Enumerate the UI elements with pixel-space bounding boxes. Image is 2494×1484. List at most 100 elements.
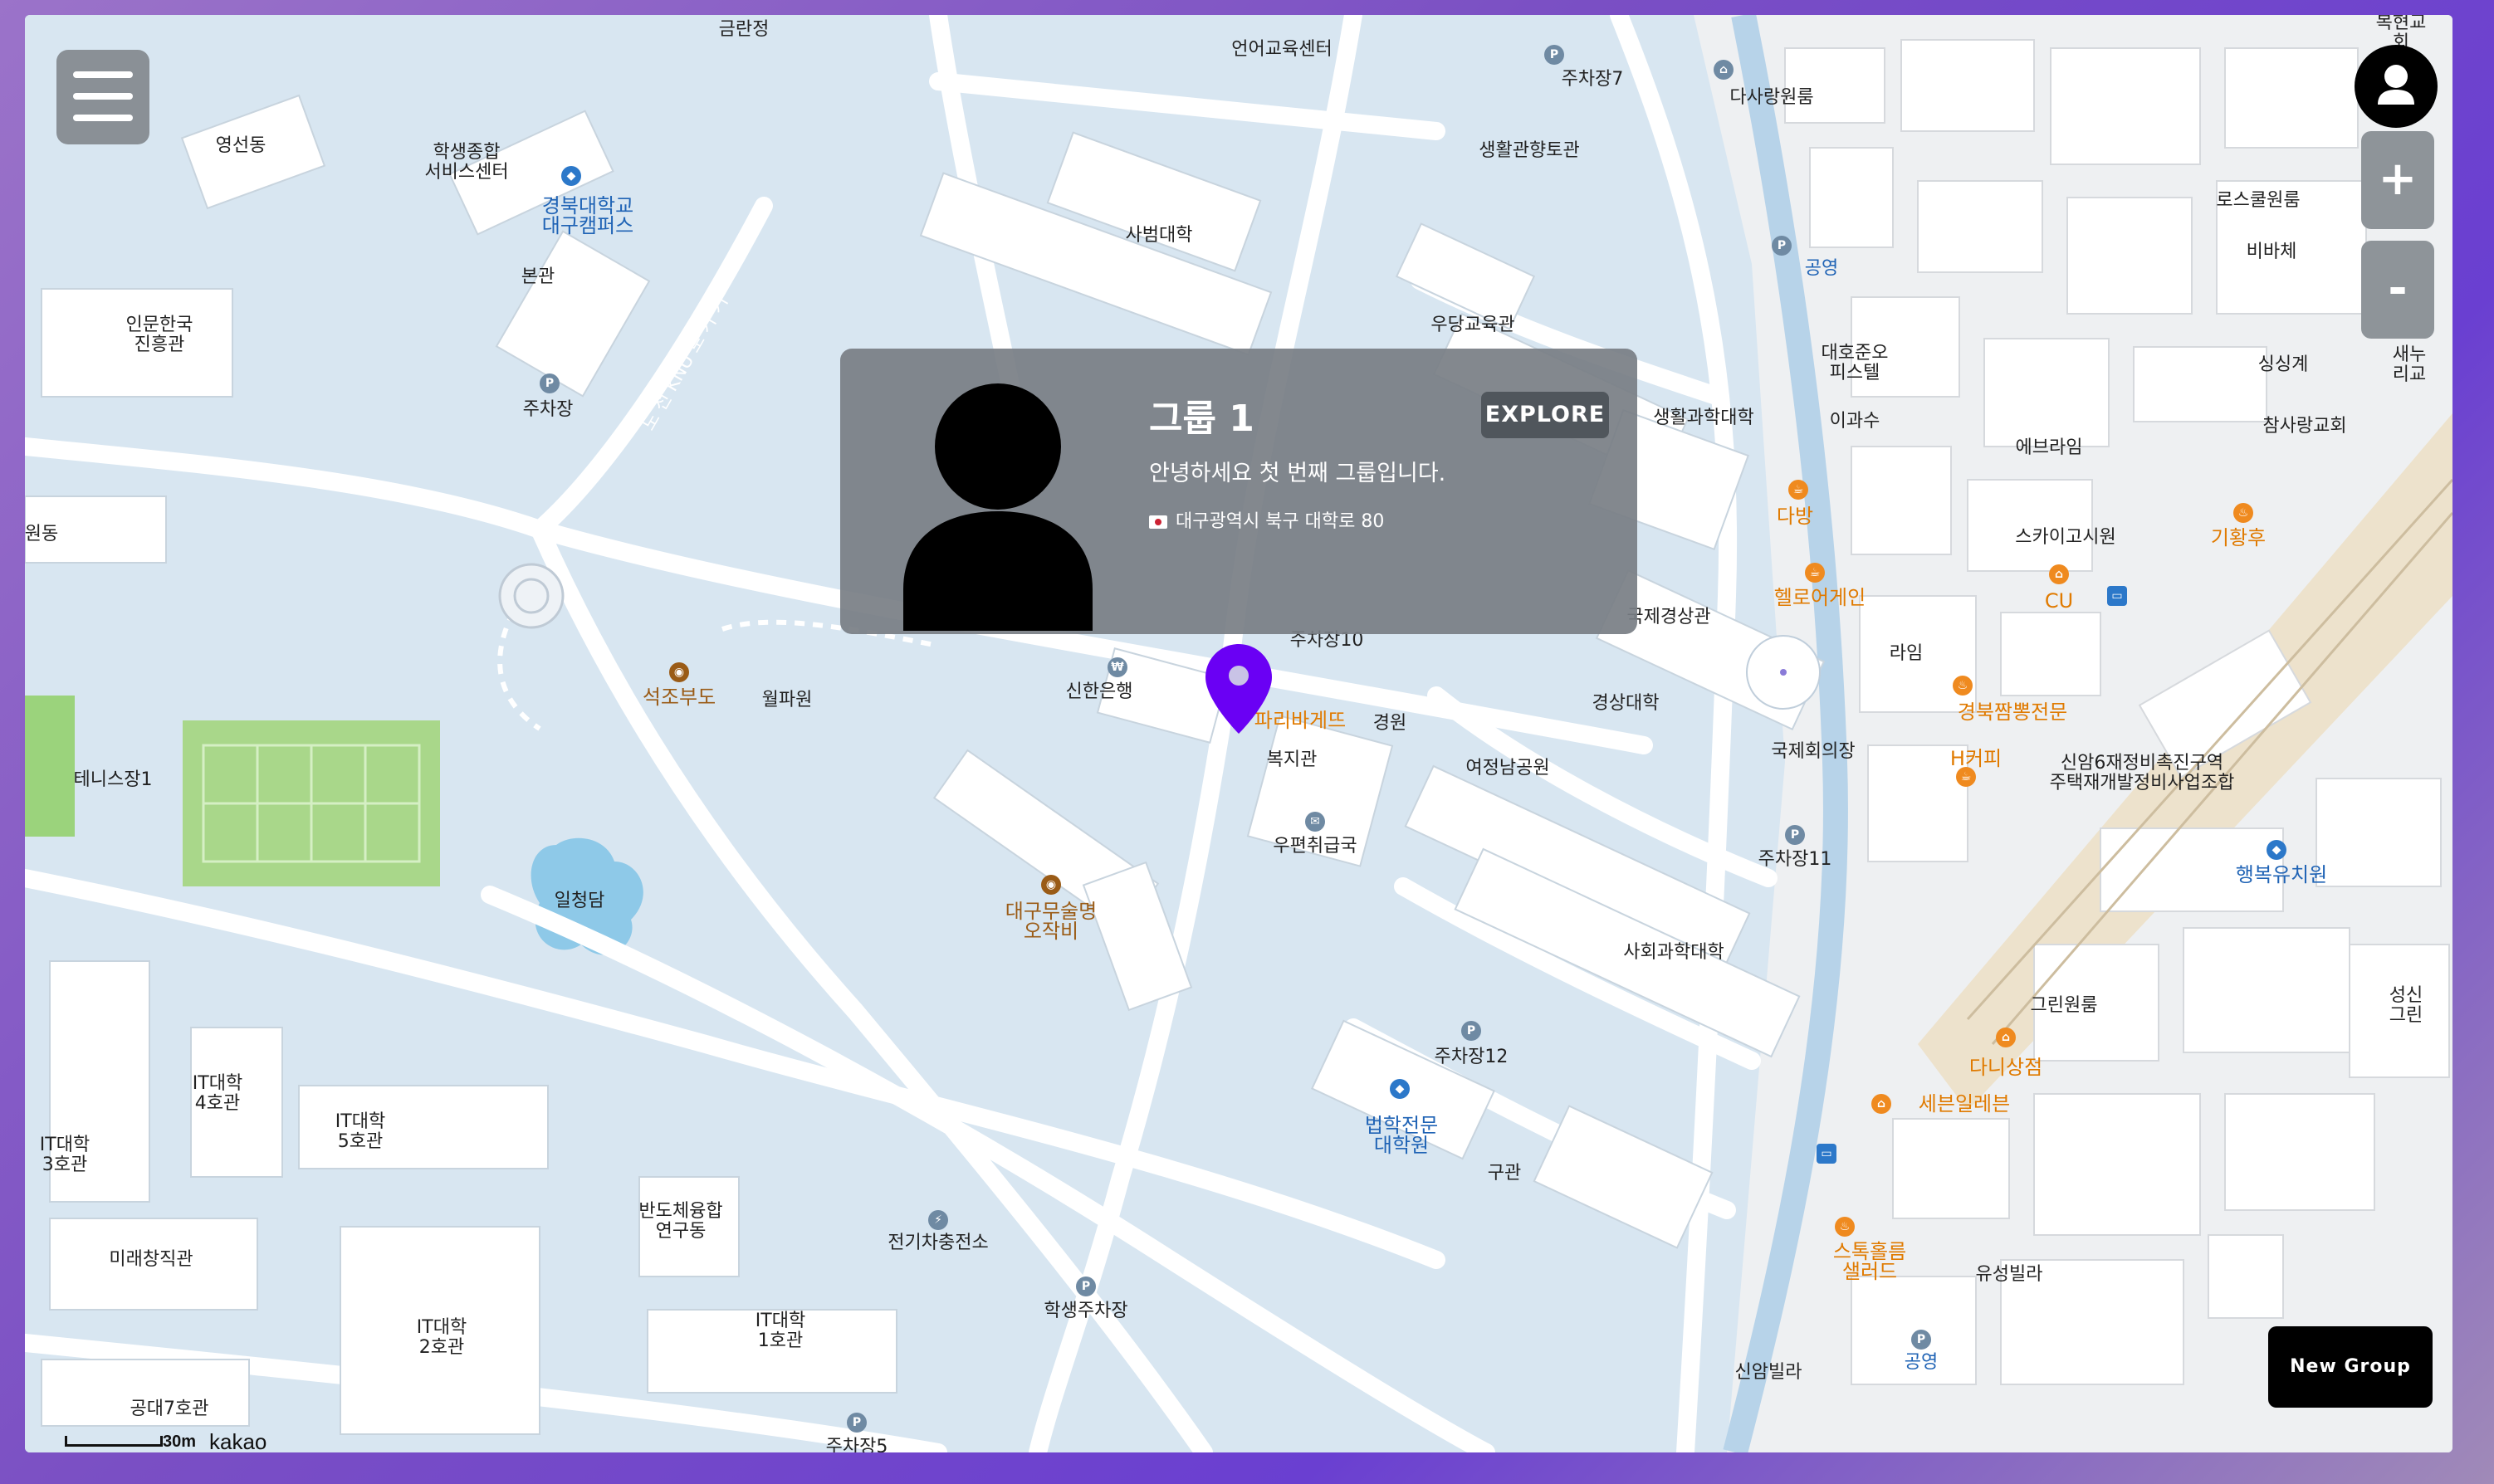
map-label: 원동 <box>25 524 59 544</box>
map-label: 사범대학 <box>1125 225 1193 246</box>
zoom-out-button[interactable]: - <box>2361 241 2434 339</box>
map-label: 행복유치원 <box>2235 863 2328 886</box>
map-label: 주차장7 <box>1561 69 1624 90</box>
store-icon: ⌂ <box>1871 1094 1891 1114</box>
korea-flag-icon <box>1149 515 1167 529</box>
map-label: 싱싱계 <box>2257 354 2309 375</box>
bus-stop-icon: ▭ <box>2107 586 2127 606</box>
hamburger-icon <box>73 93 133 100</box>
map-label: 새누리교 <box>2392 344 2427 385</box>
map-label: 대구무술명 오작비 <box>1005 900 1098 943</box>
map-label: 일청담 <box>554 891 605 911</box>
map-label: CU <box>2044 589 2074 613</box>
map-label: 구관 <box>1487 1163 1522 1184</box>
map-label: 석조부도 <box>642 686 716 709</box>
map-label: 생활관향토관 <box>1479 140 1580 161</box>
group-address-text: 대구광역시 북구 대학로 80 <box>1176 511 1385 532</box>
map-label: 에브라임 <box>2015 437 2083 458</box>
map-label: 법학전문 대학원 <box>1364 1114 1439 1157</box>
map-label: 라임 <box>1889 643 1924 664</box>
map-label: 인문한국 진흥관 <box>125 315 193 355</box>
group-address: 대구광역시 북구 대학로 80 <box>1149 506 1384 533</box>
map-label: 국제경상관 <box>1626 607 1711 627</box>
map-label: 영선동 <box>215 135 267 156</box>
parking-icon: P <box>1911 1330 1931 1350</box>
new-group-button[interactable]: New Group <box>2268 1326 2433 1408</box>
school-icon: ◆ <box>1390 1079 1410 1099</box>
parking-icon: P <box>847 1413 867 1433</box>
cafe-icon: ☕ <box>1805 563 1825 583</box>
map-label: 주차장11 <box>1758 849 1832 870</box>
location-pin-icon[interactable] <box>1204 642 1274 735</box>
parking-icon: P <box>540 373 560 393</box>
restaurant-icon: ♨ <box>2233 503 2253 523</box>
parking-icon: P <box>1544 45 1564 65</box>
map-label: 다사랑원룸 <box>1729 87 1814 108</box>
parking-icon: P <box>1076 1277 1096 1296</box>
map-label: 신한은행 <box>1065 681 1133 702</box>
map-label: 기황후 <box>2210 526 2267 549</box>
map-label: 전기차충전소 <box>888 1233 989 1253</box>
map-label: 공대7호관 <box>130 1399 209 1419</box>
group-description: 안녕하세요 첫 번째 그룹입니다. <box>1149 461 1446 486</box>
charging-icon: ⚡ <box>928 1210 948 1230</box>
parking-icon: P <box>1461 1021 1481 1041</box>
map-label: IT대학 5호관 <box>335 1111 386 1152</box>
map-label: 경상대학 <box>1592 693 1660 714</box>
map-label: 헬로어게인 <box>1773 586 1866 609</box>
parking-icon: P <box>1785 825 1805 845</box>
map-label: IT대학 2호관 <box>416 1317 467 1358</box>
post-office-icon: ✉ <box>1305 812 1325 832</box>
explore-button[interactable]: EXPLORE <box>1481 392 1609 438</box>
map-label: 복지관 <box>1266 749 1318 770</box>
map-label: 월파원 <box>761 690 813 710</box>
bus-stop-icon: ▭ <box>1817 1144 1836 1164</box>
monument-icon: ◉ <box>669 662 689 682</box>
map-label: 여정남공원 <box>1465 758 1550 779</box>
map-label: 주차장 <box>522 399 574 420</box>
hamburger-icon <box>73 71 133 78</box>
store-icon: ⌂ <box>2049 564 2069 584</box>
map-label: 사회과학대학 <box>1623 942 1724 963</box>
restaurant-icon: ♨ <box>1835 1217 1855 1237</box>
zoom-in-button[interactable]: + <box>2361 131 2434 229</box>
school-icon: ◆ <box>561 166 581 186</box>
map-label: 비바체 <box>2246 242 2297 262</box>
map-label: 성신그린 <box>2389 985 2423 1026</box>
map-label: 신암빌라 <box>1734 1362 1802 1383</box>
map-label: 참사랑교회 <box>2262 416 2347 437</box>
map-label: 학생종합 서비스센터 <box>424 142 509 183</box>
map-label: 이과수 <box>1829 411 1880 432</box>
school-icon: ◆ <box>2267 840 2286 860</box>
group-title: 그룹 1 <box>1149 398 1254 440</box>
map-label: IT대학 4호관 <box>192 1073 243 1114</box>
profile-button[interactable] <box>2355 45 2438 128</box>
map-label: 경원 <box>1372 713 1407 734</box>
cafe-icon: ☕ <box>1788 480 1808 500</box>
map-label: 생활과학대학 <box>1653 408 1754 428</box>
restaurant-icon: ♨ <box>1953 676 1973 696</box>
map-label: IT대학 3호관 <box>39 1135 90 1175</box>
building-icon: ⌂ <box>1714 60 1734 80</box>
map-label: 신암6재정비촉진구역 주택재개발정비사업조합 <box>2049 753 2235 793</box>
bank-icon: ₩ <box>1108 657 1127 677</box>
group-info-card[interactable]: 그룹 1 안녕하세요 첫 번째 그룹입니다. 대구광역시 북구 대학로 80 E… <box>840 349 1637 634</box>
map-label: 우편취급국 <box>1273 836 1357 857</box>
menu-button[interactable] <box>56 50 149 144</box>
map-label: 다니상점 <box>1968 1056 2043 1079</box>
map-label: 유성빌라 <box>1975 1264 2043 1285</box>
map-label: 학생주차장 <box>1044 1301 1128 1321</box>
store-icon: ⌂ <box>1996 1028 2016 1047</box>
parking-icon: P <box>1772 236 1792 256</box>
map-label: 경북짬뽕전문 <box>1957 701 2068 724</box>
map-label: 테니스장1 <box>73 769 153 790</box>
user-icon <box>2378 65 2414 105</box>
map-label: 반도체융합 연구동 <box>638 1201 723 1242</box>
map-label: 주차장12 <box>1434 1047 1509 1067</box>
map-label: 경북대학교 대구캠퍼스 <box>541 194 634 237</box>
avatar-placeholder-icon <box>903 383 1093 631</box>
map-label: 그린원룸 <box>2030 995 2098 1016</box>
map-scale-bar <box>65 1436 163 1447</box>
map-label: 본관 <box>521 266 555 287</box>
map-label: 다방 <box>1776 505 1814 528</box>
